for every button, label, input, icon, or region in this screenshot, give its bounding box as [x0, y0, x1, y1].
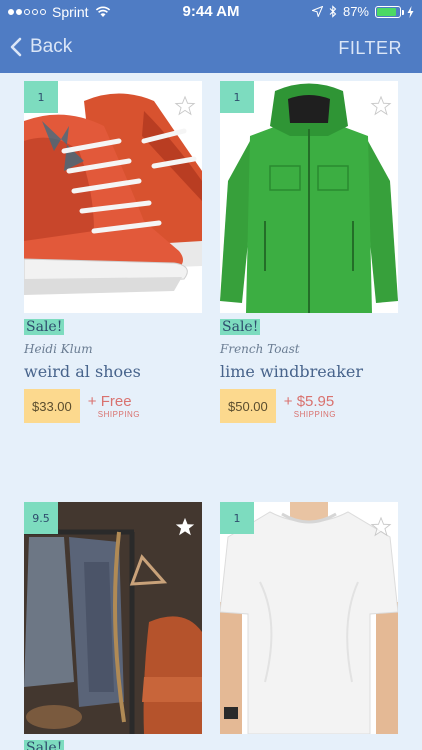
- product-image-windbreaker[interactable]: 1: [220, 81, 398, 313]
- back-button[interactable]: Back: [10, 36, 72, 58]
- shipping-amount: + $5.95: [283, 392, 335, 410]
- product-card[interactable]: 1: [220, 502, 398, 734]
- product-card[interactable]: 1 Sale! Heidi Klum weird al shoes $33.00…: [24, 81, 202, 423]
- product-brand: French Toast: [220, 342, 300, 356]
- battery-percent: 87%: [342, 4, 369, 19]
- product-title[interactable]: lime windbreaker: [220, 362, 398, 381]
- shipping-amount: + Free: [87, 392, 132, 410]
- price-badge: $33.00: [24, 389, 80, 423]
- filter-button[interactable]: FILTER: [338, 38, 402, 59]
- shipping-label: SHIPPING: [97, 409, 140, 419]
- shipping-info: + Free SHIPPING: [88, 394, 140, 419]
- star-outline-icon[interactable]: [370, 95, 392, 117]
- shipping-info: + $5.95 SHIPPING: [284, 394, 336, 419]
- chevron-left-icon: [10, 37, 22, 57]
- star-outline-icon[interactable]: [174, 95, 196, 117]
- bluetooth-icon: [329, 5, 337, 18]
- product-image-white-tshirt[interactable]: 1: [220, 502, 398, 734]
- star-filled-icon[interactable]: [174, 516, 196, 538]
- rank-badge: 1: [24, 81, 58, 113]
- rank-badge: 1: [220, 81, 254, 113]
- product-title[interactable]: weird al shoes: [24, 362, 202, 381]
- product-image-shoes[interactable]: 1: [24, 81, 202, 313]
- sale-label: Sale!: [220, 319, 261, 335]
- sale-label: Sale!: [24, 319, 65, 335]
- product-brand: Heidi Klum: [24, 342, 93, 356]
- battery-icon: [375, 5, 404, 18]
- location-arrow-icon: [311, 6, 323, 17]
- rank-badge: 1: [220, 502, 254, 534]
- shipping-label: SHIPPING: [293, 409, 336, 419]
- product-card[interactable]: 9.5 Sale!: [24, 502, 202, 750]
- product-image-clothes-rack[interactable]: 9.5: [24, 502, 202, 734]
- header: Sprint 9:44 AM 87% Back FILTER: [0, 0, 422, 73]
- star-outline-icon[interactable]: [370, 516, 392, 538]
- sale-label: Sale!: [24, 740, 65, 750]
- status-bar: Sprint 9:44 AM 87%: [0, 0, 422, 24]
- charging-bolt-icon: [407, 5, 414, 18]
- back-label: Back: [30, 36, 73, 57]
- rank-badge: 9.5: [24, 502, 58, 534]
- navigation-bar: Back FILTER: [0, 28, 422, 68]
- price-badge: $50.00: [220, 389, 276, 423]
- product-card[interactable]: 1 Sale! French Toast lime windbreaker $5…: [220, 81, 398, 423]
